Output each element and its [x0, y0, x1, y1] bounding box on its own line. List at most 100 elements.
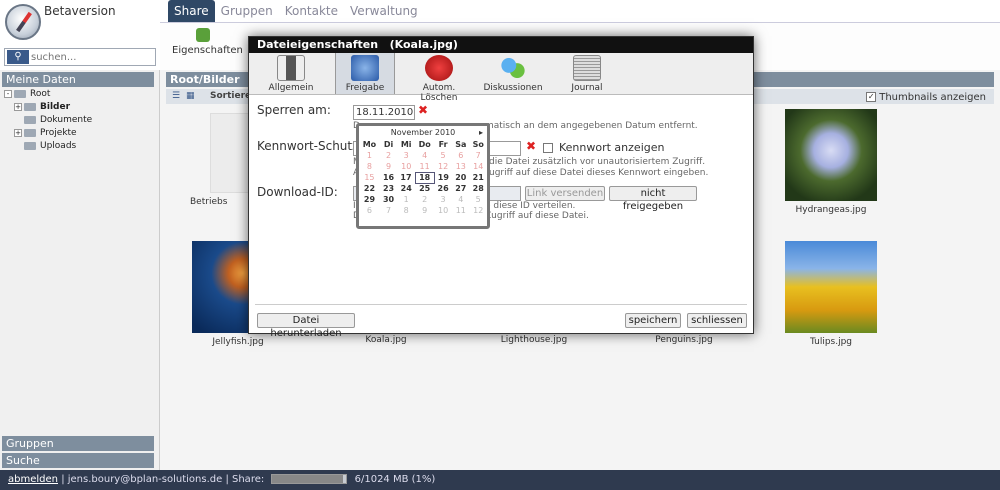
tree-item-bilder[interactable]: + Bilder [4, 101, 92, 114]
calendar-day[interactable]: 17 [397, 172, 415, 183]
file-thumb-koala[interactable]: Koala.jpg [338, 335, 434, 345]
tree-item-projekte[interactable]: + Projekte [4, 127, 92, 140]
dialog-tab-journal[interactable]: Journal [557, 53, 617, 94]
calendar-day[interactable]: 2 [380, 150, 397, 161]
calendar-day[interactable]: 21 [469, 172, 487, 183]
file-name: Penguins.jpg [655, 335, 713, 345]
folder-icon [24, 102, 36, 111]
collapse-icon[interactable]: - [4, 89, 12, 98]
calendar-month: November 2010 ▸ [359, 126, 487, 139]
calendar-day[interactable]: 26 [434, 183, 452, 194]
calendar-day[interactable]: 16 [380, 172, 397, 183]
file-thumb-hydrangeas[interactable]: Hydrangeas.jpg [783, 109, 879, 215]
calendar-day[interactable]: 4 [452, 194, 469, 205]
tree-item-dokumente[interactable]: Dokumente [4, 114, 92, 127]
file-image[interactable] [785, 109, 877, 201]
not-shared-button[interactable]: nicht freigegeben [609, 186, 697, 212]
calendar-day[interactable]: 9 [415, 205, 434, 216]
calendar-day[interactable]: 8 [397, 205, 415, 216]
sidebar-search-header[interactable]: Suche [2, 453, 154, 468]
tab-gruppen[interactable]: Gruppen [215, 0, 279, 22]
calendar-day[interactable]: 9 [380, 161, 397, 172]
checkbox-icon[interactable]: ✓ [866, 92, 877, 102]
lock-date-input[interactable]: 18.11.2010 [353, 105, 415, 120]
calendar-day[interactable]: 1 [359, 150, 380, 161]
calendar-day[interactable]: 2 [415, 194, 434, 205]
dialog-tab-diskussionen[interactable]: Diskussionen [483, 53, 543, 94]
weekday-header: Fr [438, 140, 448, 149]
calendar-day[interactable]: 22 [359, 183, 380, 194]
expand-icon[interactable]: + [14, 128, 22, 137]
calendar-day[interactable]: 12 [434, 161, 452, 172]
calendar-day[interactable]: 24 [397, 183, 415, 194]
dialog-tab-allgemein[interactable]: Allgemein [261, 53, 321, 94]
expand-icon[interactable]: + [14, 102, 22, 111]
search-icon[interactable]: ⚲ [7, 50, 29, 64]
clear-password-icon[interactable]: ✖ [526, 139, 536, 153]
thumbnails-toggle[interactable]: ✓ Thumbnails anzeigen [866, 90, 986, 105]
calendar-day[interactable]: 29 [359, 194, 380, 205]
calendar-day[interactable]: 6 [452, 150, 469, 161]
file-image[interactable] [785, 241, 877, 333]
send-link-button[interactable]: Link versenden [525, 186, 605, 201]
search-input[interactable] [31, 49, 153, 65]
dialog-tab-autom-loeschen[interactable]: Autom. Löschen [409, 53, 469, 103]
dialog-tabs: Allgemein Freigabe Autom. Löschen Diskus… [249, 53, 753, 103]
calendar-day[interactable]: 19 [434, 172, 452, 183]
calendar-day[interactable]: 5 [434, 150, 452, 161]
tree-item-root[interactable]: - Root [4, 88, 92, 101]
file-name: Hydrangeas.jpg [795, 205, 867, 215]
calendar-day[interactable]: 1 [397, 194, 415, 205]
calendar-day[interactable]: 7 [469, 150, 487, 161]
calendar-day[interactable]: 11 [452, 205, 469, 216]
calendar-day[interactable]: 7 [380, 205, 397, 216]
calendar-day[interactable]: 27 [452, 183, 469, 194]
calendar-day[interactable]: 13 [452, 161, 469, 172]
file-thumb-tulips[interactable]: Tulips.jpg [783, 241, 879, 347]
calendar-day[interactable]: 14 [469, 161, 487, 172]
calendar-day[interactable]: 11 [415, 161, 434, 172]
clear-date-icon[interactable]: ✖ [418, 103, 428, 117]
show-password-label: Kennwort anzeigen [559, 141, 665, 154]
dialog-tab-freigabe[interactable]: Freigabe [335, 53, 395, 94]
calendar-day[interactable]: 25 [415, 183, 434, 194]
logout-link[interactable]: abmelden [8, 474, 58, 485]
show-password-checkbox[interactable] [543, 143, 553, 153]
sidebar-my-data-header[interactable]: Meine Daten [2, 72, 154, 87]
next-month-icon[interactable]: ▸ [479, 126, 483, 139]
file-thumb-lighthouse[interactable]: Lighthouse.jpg [486, 335, 582, 345]
quota-usage: 6/1024 MB (1%) [354, 474, 436, 485]
calendar-day[interactable]: 20 [452, 172, 469, 183]
calendar-day[interactable]: 8 [359, 161, 380, 172]
tree-item-uploads[interactable]: Uploads [4, 140, 92, 153]
folder-icon [14, 89, 26, 98]
download-file-button[interactable]: Datei herunterladen [257, 313, 355, 339]
calendar-day[interactable]: 3 [434, 194, 452, 205]
calendar-day[interactable]: 3 [397, 150, 415, 161]
list-view-icon[interactable]: ☰ [172, 89, 180, 104]
calendar-month-label: November 2010 [390, 128, 456, 137]
calendar-day[interactable]: 15 [359, 172, 380, 183]
calendar-day[interactable]: 30 [380, 194, 397, 205]
calendar-day[interactable]: 10 [434, 205, 452, 216]
calendar-day[interactable]: 10 [397, 161, 415, 172]
calendar-day[interactable]: 28 [469, 183, 487, 194]
calendar-day[interactable]: 5 [469, 194, 487, 205]
calendar-day[interactable]: 12 [469, 205, 487, 216]
dialog-title: Dateieigenschaften (Koala.jpg) [249, 37, 753, 53]
calendar-day[interactable]: 23 [380, 183, 397, 194]
sidebar-groups-header[interactable]: Gruppen [2, 436, 154, 451]
grid-view-icon[interactable]: ▦ [186, 89, 195, 104]
calendar-day[interactable]: 6 [359, 205, 380, 216]
properties-button[interactable]: Eigenschaften [172, 26, 243, 66]
calendar-day[interactable]: 4 [415, 150, 434, 161]
tab-share[interactable]: Share [168, 0, 215, 22]
save-button[interactable]: speichern [625, 313, 681, 328]
search-box[interactable]: ⚲ [4, 48, 156, 66]
tab-label: Freigabe [345, 83, 385, 93]
file-thumb-penguins[interactable]: Penguins.jpg [636, 335, 732, 345]
tab-verwaltung[interactable]: Verwaltung [344, 0, 424, 22]
calendar-day[interactable]: 18 [414, 171, 435, 184]
close-button[interactable]: schliessen [687, 313, 747, 328]
tab-kontakte[interactable]: Kontakte [279, 0, 344, 22]
